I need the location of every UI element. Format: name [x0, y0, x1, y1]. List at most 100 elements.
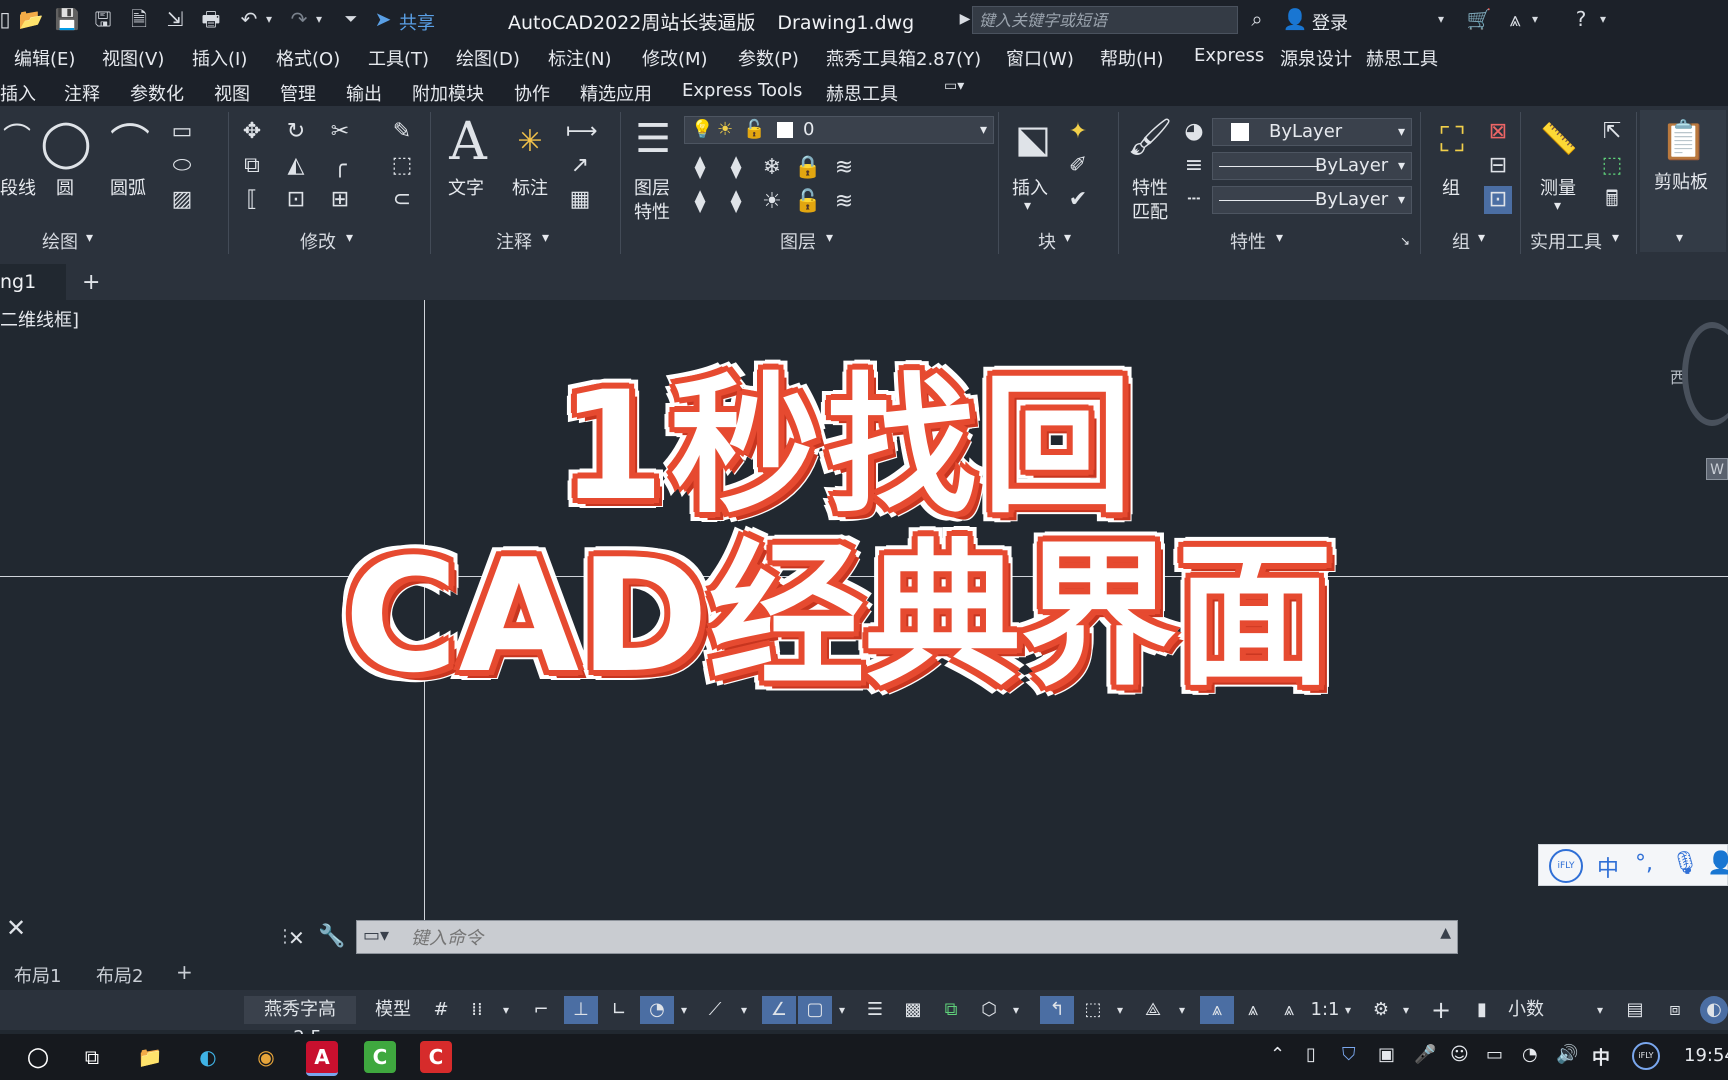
- tab-layout1[interactable]: 布局1: [14, 962, 61, 988]
- layer-unlock-all-icon[interactable]: 🔓: [794, 188, 822, 216]
- polyline-label[interactable]: 段线: [0, 174, 36, 200]
- auto-scale-icon[interactable]: ⩓: [1238, 996, 1268, 1024]
- offset-icon[interactable]: ⊂: [388, 186, 416, 214]
- command-history-icon[interactable]: ▭▾: [363, 925, 389, 946]
- linetype-icon[interactable]: ┄: [1180, 186, 1208, 214]
- 3d-osnap-dropdown-icon[interactable]: ▾: [1008, 996, 1024, 1024]
- group-selection-icon[interactable]: ⊡: [1484, 186, 1512, 214]
- login-dropdown-icon[interactable]: ▾: [1434, 6, 1448, 32]
- array-icon[interactable]: ⊞: [326, 186, 354, 214]
- layer-combo[interactable]: 💡 ☀ 🔓 0 ▾: [684, 116, 994, 144]
- units-icon[interactable]: ▮: [1470, 996, 1494, 1024]
- 3d-osnap-icon[interactable]: ⬡: [974, 996, 1004, 1024]
- ifly-punctuation-icon[interactable]: °,: [1635, 851, 1653, 876]
- trim-icon[interactable]: ✂: [326, 118, 354, 146]
- scale-dropdown-icon[interactable]: ▾: [1340, 996, 1356, 1024]
- layer-on-all-icon[interactable]: ⧫: [686, 188, 714, 216]
- wcs-menu-button[interactable]: W: [1706, 458, 1728, 480]
- layer-walk-icon[interactable]: ≋: [830, 188, 858, 216]
- search-icon[interactable]: ⌕: [1244, 6, 1270, 32]
- ungroup-icon[interactable]: ⊠: [1484, 118, 1512, 146]
- stretch-icon[interactable]: ⟦: [238, 186, 266, 214]
- annotation-scale-icon[interactable]: ⩓: [1274, 996, 1304, 1024]
- tray-mic-icon[interactable]: 🎤: [1414, 1044, 1436, 1065]
- insert-dropdown-icon[interactable]: ▾: [1024, 198, 1031, 214]
- paste-icon[interactable]: 📋: [1660, 116, 1707, 164]
- layer-properties-label-1[interactable]: 图层: [634, 174, 670, 200]
- ribbon-minimize-icon[interactable]: ▭▾: [944, 78, 980, 100]
- new-file-icon[interactable]: ▯: [0, 6, 18, 32]
- ifly-logo-icon[interactable]: iFLY: [1549, 849, 1583, 883]
- match-properties-label-2[interactable]: 匹配: [1132, 198, 1168, 224]
- panel-utilities-title[interactable]: 实用工具: [1530, 228, 1602, 254]
- workspace-gear-icon[interactable]: ⚙: [1366, 996, 1396, 1024]
- group-icon[interactable]: ⛶: [1428, 116, 1476, 164]
- recorder-app-icon[interactable]: C: [420, 1041, 452, 1073]
- color-wheel-icon[interactable]: ◕: [1180, 118, 1208, 146]
- lineweight-combo[interactable]: ByLayer ▾: [1212, 152, 1412, 180]
- task-view-icon[interactable]: ⧉: [76, 1041, 108, 1073]
- insert-block-icon[interactable]: ⬕: [1008, 114, 1058, 164]
- cart-icon[interactable]: 🛒: [1466, 6, 1492, 32]
- file-explorer-icon[interactable]: 📁: [134, 1041, 166, 1073]
- quick-select-icon[interactable]: ⇱: [1598, 118, 1626, 146]
- document-tab[interactable]: ng1: [0, 264, 66, 300]
- rectangle-icon[interactable]: ▭: [168, 118, 196, 146]
- command-input[interactable]: [409, 921, 1413, 955]
- panel-draw-title[interactable]: 绘图: [42, 228, 78, 254]
- ifly-user-icon[interactable]: 👤: [1707, 851, 1728, 876]
- osnap-dropdown-icon[interactable]: ▾: [834, 996, 850, 1024]
- tray-qq-icon[interactable]: ☺: [1450, 1044, 1469, 1065]
- explode-icon[interactable]: ⬚: [388, 152, 416, 180]
- help-icon[interactable]: ?: [1568, 6, 1594, 32]
- snap-icon[interactable]: ⁞⁞: [462, 996, 492, 1024]
- menu-parametric[interactable]: 参数(P): [738, 45, 799, 71]
- units-value[interactable]: 小数: [1508, 996, 1578, 1024]
- snap-dropdown-icon[interactable]: ▾: [498, 996, 514, 1024]
- select-all-icon[interactable]: ⬚: [1598, 152, 1626, 180]
- menu-view[interactable]: 视图(V): [102, 45, 164, 71]
- isodraft-dropdown-icon[interactable]: ▾: [736, 996, 752, 1024]
- ellipse-icon[interactable]: ⬭: [168, 152, 196, 180]
- panel-layers-title[interactable]: 图层: [780, 228, 816, 254]
- tray-wifi-icon[interactable]: ◔: [1522, 1044, 1538, 1065]
- ortho-icon[interactable]: ∟: [604, 996, 634, 1024]
- import-icon[interactable]: ⇲: [162, 6, 188, 32]
- panel-modify-title[interactable]: 修改: [300, 228, 336, 254]
- tab-parametric[interactable]: 参数化: [130, 80, 184, 106]
- circle-icon[interactable]: ◯: [40, 116, 92, 168]
- tab-view[interactable]: 视图: [214, 80, 250, 106]
- tray-security-icon[interactable]: ⛉: [1342, 1044, 1356, 1065]
- object-snap-icon[interactable]: ▢: [798, 996, 832, 1024]
- move-icon[interactable]: ✥: [238, 118, 266, 146]
- layer-lock-icon[interactable]: 🔒: [794, 154, 822, 182]
- tab-annotate[interactable]: 注释: [64, 80, 100, 106]
- arc-label[interactable]: 圆弧: [110, 174, 146, 200]
- selection-filter-icon[interactable]: ⬚: [1078, 996, 1108, 1024]
- taskbar-clock[interactable]: 19:54: [1684, 1045, 1728, 1066]
- infer-constraints-icon[interactable]: ⌐: [526, 996, 556, 1024]
- lineweight-icon[interactable]: ≡: [1180, 152, 1208, 180]
- tab-hesi-tools[interactable]: 赫思工具: [826, 80, 898, 106]
- scale-icon[interactable]: ⊡: [282, 186, 310, 214]
- menu-hesi-tools[interactable]: 赫思工具: [1366, 45, 1438, 71]
- panel-draw-dropdown-icon[interactable]: ▾: [86, 230, 93, 246]
- grid-icon[interactable]: #: [426, 996, 456, 1024]
- layer-off-icon[interactable]: ⧫: [686, 154, 714, 182]
- layer-freeze-icon[interactable]: ❄: [758, 154, 786, 182]
- annotation-scale-value[interactable]: 1:1: [1310, 996, 1340, 1024]
- rotate-icon[interactable]: ↻: [282, 118, 310, 146]
- command-customize-icon[interactable]: 🔧: [318, 924, 345, 949]
- login-label[interactable]: 登录: [1312, 9, 1348, 35]
- circle-label[interactable]: 圆: [56, 174, 74, 200]
- layer-unisolate-icon[interactable]: ⧫: [722, 188, 750, 216]
- tab-insert[interactable]: 插入: [0, 80, 36, 106]
- ifly-lang-toggle[interactable]: 中: [1597, 851, 1619, 883]
- open-folder-icon[interactable]: 📂: [18, 6, 44, 32]
- clipboard-label[interactable]: 剪贴板: [1654, 168, 1708, 194]
- tray-volume-icon[interactable]: 🔊: [1556, 1044, 1578, 1065]
- camtasia-app-icon[interactable]: C: [364, 1041, 396, 1073]
- ifly-voice-icon[interactable]: 🎙: [1671, 851, 1699, 876]
- cortana-search-icon[interactable]: ○: [22, 1041, 54, 1073]
- tray-ifly-icon[interactable]: iFLY: [1632, 1042, 1660, 1070]
